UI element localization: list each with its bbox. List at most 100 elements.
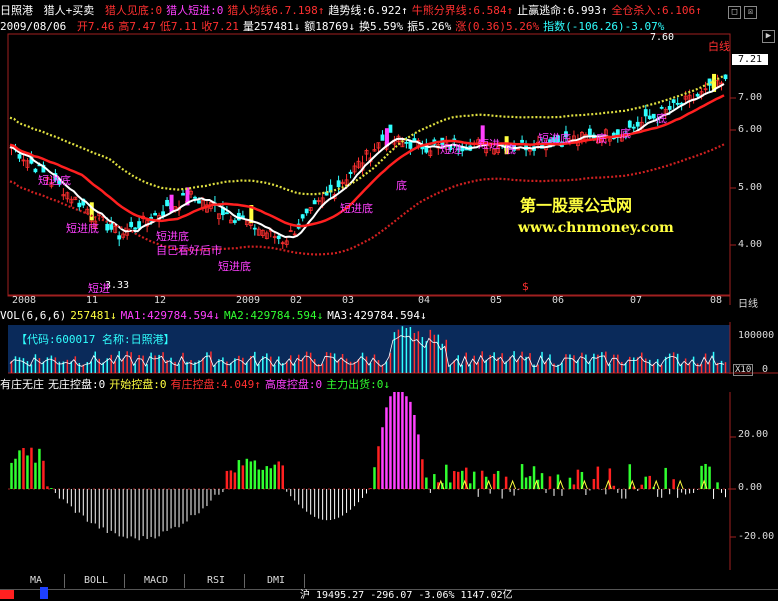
period-label[interactable]: 日线 xyxy=(738,295,758,310)
last-price-tag: 7.21 xyxy=(732,54,769,65)
candle-body xyxy=(304,208,309,214)
tab-dmi[interactable]: DMI xyxy=(248,574,305,588)
volume-chart[interactable] xyxy=(0,322,778,374)
volume-unit: X10 xyxy=(733,364,754,376)
watermark-url: www.chnmoney.com xyxy=(518,220,674,236)
candle-body xyxy=(635,121,640,127)
candle-body xyxy=(380,134,385,141)
candle-body xyxy=(300,214,305,219)
signal-annotation: 短进 xyxy=(440,143,462,156)
candle-body xyxy=(165,199,169,207)
candle-body xyxy=(193,196,197,199)
volume-field: MA2:429784.594↓ xyxy=(223,309,324,322)
price-tick: 5.00 xyxy=(738,182,763,193)
indicator-tick: 20.00 xyxy=(738,429,769,440)
candle-body xyxy=(197,200,201,204)
date-tick: 04 xyxy=(418,295,431,306)
candle-body xyxy=(133,227,138,230)
indicator-tick: -20.00 xyxy=(738,531,775,542)
tab-ma[interactable]: MA xyxy=(8,574,65,588)
watermark-title: 第一股票公式网 xyxy=(520,196,633,215)
signal-annotation: 底 xyxy=(396,179,407,192)
indicator-header: 有庄无庄 无庄控盘:0 开始控盘:0 有庄控盘:4.049↑ 高度控盘:0 主力出货:0↓ xyxy=(0,378,398,392)
signal-candle xyxy=(169,194,174,213)
candle-body xyxy=(336,180,341,188)
signal-annotation: 短进底 xyxy=(66,222,99,235)
candle-body xyxy=(33,168,38,173)
volume-field: MA1:429784.594↓ xyxy=(120,309,220,322)
candle-body xyxy=(161,211,165,216)
high-price-label: 7.60 xyxy=(650,32,675,43)
candle-body xyxy=(276,235,281,240)
signal-annotation: 短进底 xyxy=(218,260,251,273)
candle-body xyxy=(181,193,185,196)
volume-field: VOL(6,6,6) xyxy=(0,309,67,322)
signal-annotation: 底 xyxy=(656,112,667,125)
date-tick: 08 xyxy=(710,295,723,306)
candle-body xyxy=(232,220,237,223)
tab-boll[interactable]: BOLL xyxy=(68,574,125,588)
candle-body xyxy=(408,141,413,149)
signal-annotation: 短进 xyxy=(88,282,110,295)
volume-zero: 0 xyxy=(762,364,769,375)
price-tick: 4.00 xyxy=(738,239,763,250)
candle-body xyxy=(675,102,680,105)
signal-annotation: $ xyxy=(522,280,529,293)
stock-code-info: 【代码:600017 名称:日照港】 xyxy=(16,333,175,346)
candle-body xyxy=(643,109,648,117)
signal-triangle xyxy=(652,479,660,490)
status-indicator xyxy=(40,587,48,599)
signal-annotation: 底 xyxy=(505,143,516,156)
signal-annotation: 短进底 xyxy=(38,174,71,187)
candle-body xyxy=(312,200,317,205)
indicator-field: 有庄无庄 xyxy=(0,378,44,391)
candle-body xyxy=(224,212,229,215)
volume-field: MA3:429784.594↓ xyxy=(327,309,427,322)
candle-body xyxy=(129,221,134,227)
price-tick: 6.00 xyxy=(738,124,763,135)
date-tick: 12 xyxy=(154,295,167,306)
candle-body xyxy=(348,171,353,175)
signal-annotation: 自己看好后市 xyxy=(156,244,222,257)
tab-rsi[interactable]: RSI xyxy=(188,574,245,588)
indicator-field: 高度控盘:0 xyxy=(264,378,323,391)
signal-triangle xyxy=(676,479,684,490)
candle-body xyxy=(153,213,158,216)
date-tick: 2008 xyxy=(12,295,37,306)
volume-header: VOL(6,6,6) 257481↓ MA1:429784.594↓ MA2:4297… xyxy=(0,309,435,323)
date-tick: 07 xyxy=(630,295,643,306)
signal-annotation: 底 xyxy=(620,127,631,140)
candle-body xyxy=(647,115,652,120)
signal-annotation: 底 xyxy=(596,132,607,145)
candle-body xyxy=(631,126,636,129)
candle-body xyxy=(388,124,393,133)
candle-body xyxy=(117,235,122,240)
candle-body xyxy=(520,139,524,143)
indicator-field: 开始控盘:0 xyxy=(109,378,167,391)
date-tick: 2009 xyxy=(236,295,261,306)
candle-body xyxy=(404,141,409,144)
indicator-field: 有庄控盘:4.049↑ xyxy=(170,378,261,391)
indicator-tick: 0.00 xyxy=(738,482,763,493)
indicator-field: 无庄控盘:0 xyxy=(48,378,106,391)
volume-tick: 100000 xyxy=(738,330,775,341)
date-tick: 03 xyxy=(342,295,355,306)
indicator-chart[interactable] xyxy=(0,392,778,570)
tab-macd[interactable]: MACD xyxy=(128,574,185,588)
date-tick: 02 xyxy=(290,295,303,306)
candle-body xyxy=(695,93,700,97)
candle-body xyxy=(671,99,676,103)
candle-body xyxy=(723,74,728,80)
date-tick: 05 xyxy=(490,295,503,306)
candle-body xyxy=(105,223,110,231)
candle-body xyxy=(667,105,672,110)
volume-field: 257481↓ xyxy=(70,309,117,322)
price-chart[interactable] xyxy=(0,0,778,305)
signal-annotation: 白线 xyxy=(708,40,730,53)
candle-body xyxy=(137,221,142,229)
signal-triangle xyxy=(509,479,517,490)
indicator-field: 主力出货:0↓ xyxy=(326,378,390,391)
candle-body xyxy=(252,227,257,230)
market-status: 沪 19495.27 -296.07 -3.06% 1147.02亿 xyxy=(300,590,513,601)
date-tick: 11 xyxy=(86,295,99,306)
